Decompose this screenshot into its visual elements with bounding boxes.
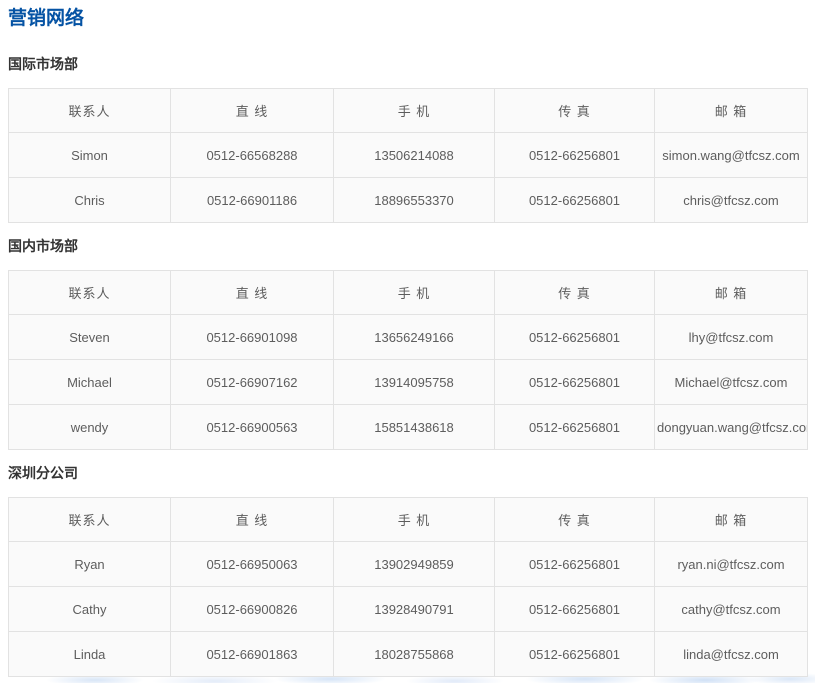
table-body: Ryan0512-66950063139029498590512-6625680… [9,542,808,677]
cell-email: cathy@tfcsz.com [655,587,808,632]
cell-fax: 0512-66256801 [495,632,655,677]
table-body: Steven0512-66901098136562491660512-66256… [9,315,808,450]
contacts-table: 联系人直 线手 机传 真邮 箱Ryan0512-6695006313902949… [8,497,808,677]
cell-direct_line: 0512-66901098 [171,315,334,360]
page: 营销网络 国际市场部联系人直 线手 机传 真邮 箱Simon0512-66568… [0,0,815,677]
cell-email: linda@tfcsz.com [655,632,808,677]
cell-email: Michael@tfcsz.com [655,360,808,405]
table-body: Simon0512-66568288135062140880512-662568… [9,133,808,223]
cell-email: chris@tfcsz.com [655,178,808,223]
cell-mobile: 18028755868 [334,632,495,677]
column-header-email: 邮 箱 [655,89,808,133]
cell-mobile: 13506214088 [334,133,495,178]
column-header-fax: 传 真 [495,498,655,542]
column-header-fax: 传 真 [495,89,655,133]
contacts-table: 联系人直 线手 机传 真邮 箱Steven0512-66901098136562… [8,270,808,450]
cell-mobile: 13656249166 [334,315,495,360]
cell-contact: Chris [9,178,171,223]
cell-fax: 0512-66256801 [495,542,655,587]
column-header-mobile: 手 机 [334,271,495,315]
table-row: Linda0512-66901863180287558680512-662568… [9,632,808,677]
cell-fax: 0512-66256801 [495,178,655,223]
cell-direct_line: 0512-66900826 [171,587,334,632]
column-header-email: 邮 箱 [655,271,808,315]
cell-mobile: 15851438618 [334,405,495,450]
cell-email: ryan.ni@tfcsz.com [655,542,808,587]
table-head: 联系人直 线手 机传 真邮 箱 [9,271,808,315]
table-row: wendy0512-66900563158514386180512-662568… [9,405,808,450]
header-row: 联系人直 线手 机传 真邮 箱 [9,89,808,133]
column-header-contact: 联系人 [9,271,171,315]
section-title: 国内市场部 [8,239,807,254]
cell-direct_line: 0512-66568288 [171,133,334,178]
cell-mobile: 13914095758 [334,360,495,405]
header-row: 联系人直 线手 机传 真邮 箱 [9,271,808,315]
table-head: 联系人直 线手 机传 真邮 箱 [9,498,808,542]
cell-contact: wendy [9,405,171,450]
cell-contact: Ryan [9,542,171,587]
cell-direct_line: 0512-66901863 [171,632,334,677]
table-row: Cathy0512-66900826139284907910512-662568… [9,587,808,632]
cell-fax: 0512-66256801 [495,587,655,632]
column-header-direct_line: 直 线 [171,271,334,315]
table-row: Chris0512-66901186188965533700512-662568… [9,178,808,223]
cell-mobile: 13902949859 [334,542,495,587]
column-header-contact: 联系人 [9,498,171,542]
column-header-direct_line: 直 线 [171,89,334,133]
contact-section: 深圳分公司联系人直 线手 机传 真邮 箱Ryan0512-66950063139… [8,466,807,677]
table-row: Michael0512-66907162139140957580512-6625… [9,360,808,405]
cell-email: dongyuan.wang@tfcsz.com [655,405,808,450]
cell-email: simon.wang@tfcsz.com [655,133,808,178]
cell-fax: 0512-66256801 [495,405,655,450]
section-title: 深圳分公司 [8,466,807,481]
cell-contact: Cathy [9,587,171,632]
column-header-email: 邮 箱 [655,498,808,542]
cell-fax: 0512-66256801 [495,133,655,178]
table-row: Ryan0512-66950063139029498590512-6625680… [9,542,808,587]
column-header-direct_line: 直 线 [171,498,334,542]
contact-section: 国内市场部联系人直 线手 机传 真邮 箱Steven0512-669010981… [8,239,807,450]
page-title: 营销网络 [8,0,807,30]
column-header-contact: 联系人 [9,89,171,133]
cell-contact: Simon [9,133,171,178]
sections-container: 国际市场部联系人直 线手 机传 真邮 箱Simon0512-6656828813… [8,57,807,677]
cell-direct_line: 0512-66907162 [171,360,334,405]
cell-direct_line: 0512-66900563 [171,405,334,450]
column-header-mobile: 手 机 [334,89,495,133]
cell-direct_line: 0512-66901186 [171,178,334,223]
cell-mobile: 18896553370 [334,178,495,223]
cell-contact: Michael [9,360,171,405]
cell-direct_line: 0512-66950063 [171,542,334,587]
table-row: Steven0512-66901098136562491660512-66256… [9,315,808,360]
cell-mobile: 13928490791 [334,587,495,632]
header-row: 联系人直 线手 机传 真邮 箱 [9,498,808,542]
cell-contact: Steven [9,315,171,360]
cell-fax: 0512-66256801 [495,315,655,360]
section-title: 国际市场部 [8,57,807,72]
contacts-table: 联系人直 线手 机传 真邮 箱Simon0512-665682881350621… [8,88,808,223]
column-header-mobile: 手 机 [334,498,495,542]
column-header-fax: 传 真 [495,271,655,315]
table-row: Simon0512-66568288135062140880512-662568… [9,133,808,178]
cell-email: lhy@tfcsz.com [655,315,808,360]
cell-fax: 0512-66256801 [495,360,655,405]
cell-contact: Linda [9,632,171,677]
contact-section: 国际市场部联系人直 线手 机传 真邮 箱Simon0512-6656828813… [8,57,807,223]
table-head: 联系人直 线手 机传 真邮 箱 [9,89,808,133]
